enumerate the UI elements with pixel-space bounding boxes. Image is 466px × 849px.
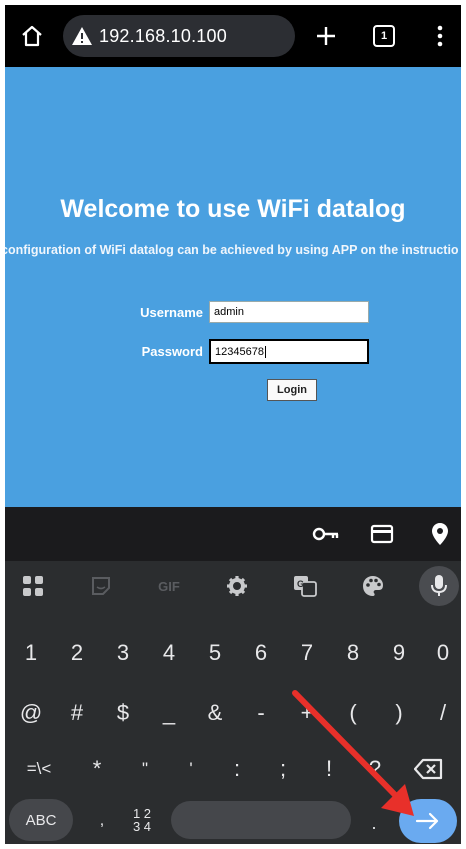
- abc-key[interactable]: ABC: [9, 799, 73, 841]
- key-comma[interactable]: ,: [89, 801, 115, 841]
- tab-count: 1: [373, 25, 395, 47]
- web-page: Welcome to use WiFi datalog configuratio…: [5, 67, 461, 507]
- key-asterisk[interactable]: *: [77, 749, 117, 789]
- key-more-symbols[interactable]: =\<: [19, 749, 59, 789]
- password-value: 12345678: [215, 345, 264, 358]
- key-7[interactable]: 7: [287, 633, 327, 673]
- keyboard-toolbar: GIF G: [5, 561, 461, 611]
- key-period[interactable]: .: [361, 803, 387, 843]
- password-label: Password: [141, 344, 203, 359]
- key-at[interactable]: @: [11, 693, 51, 733]
- enter-key[interactable]: [399, 799, 457, 843]
- key-question[interactable]: ?: [355, 749, 395, 789]
- key-dollar[interactable]: $: [103, 693, 143, 733]
- keyboard-bottom-row: ABC , 1 2 3 4 .: [5, 797, 461, 843]
- key-2[interactable]: 2: [57, 633, 97, 673]
- backspace-icon[interactable]: [409, 749, 449, 789]
- sticker-icon[interactable]: [85, 571, 117, 601]
- tab-switcher-button[interactable]: 1: [369, 21, 399, 51]
- password-input[interactable]: 12345678: [209, 339, 369, 364]
- phone-screen: 192.168.10.100 1 Welcome to use WiFi dat…: [5, 5, 461, 844]
- key-slash[interactable]: /: [423, 693, 461, 733]
- username-label: Username: [140, 305, 203, 320]
- space-bar[interactable]: [171, 801, 351, 839]
- gif-icon[interactable]: GIF: [153, 571, 185, 601]
- key-9[interactable]: 9: [379, 633, 419, 673]
- settings-icon[interactable]: [221, 571, 253, 601]
- key-underscore[interactable]: _: [149, 693, 189, 733]
- key-double-quote[interactable]: ": [125, 749, 165, 789]
- key-8[interactable]: 8: [333, 633, 373, 673]
- key-single-quote[interactable]: ': [171, 749, 211, 789]
- key-1[interactable]: 1: [11, 633, 51, 673]
- location-pin-icon[interactable]: [425, 521, 455, 547]
- svg-text:G: G: [297, 579, 304, 589]
- warning-icon[interactable]: [71, 25, 93, 47]
- key-semicolon[interactable]: ;: [263, 749, 303, 789]
- key-plus[interactable]: +: [287, 693, 327, 733]
- key-icon[interactable]: [311, 521, 341, 547]
- numpad-label-bottom: 3 4: [132, 819, 152, 834]
- username-input[interactable]: admin: [209, 301, 369, 323]
- autofill-bar: [5, 507, 461, 561]
- numpad-switch-key[interactable]: 1 2 3 4: [125, 799, 159, 841]
- page-title: Welcome to use WiFi datalog: [60, 195, 406, 223]
- page-subtitle: configuration of WiFi datalog can be ach…: [5, 243, 459, 257]
- address-bar[interactable]: 192.168.10.100: [63, 15, 295, 57]
- key-hash[interactable]: #: [57, 693, 97, 733]
- text-caret: [264, 345, 266, 358]
- home-icon[interactable]: [17, 21, 47, 51]
- apps-grid-icon[interactable]: [17, 571, 49, 601]
- key-ampersand[interactable]: &: [195, 693, 235, 733]
- key-close-paren[interactable]: ): [379, 693, 419, 733]
- key-0[interactable]: 0: [423, 633, 461, 673]
- key-exclamation[interactable]: !: [309, 749, 349, 789]
- login-button[interactable]: Login: [267, 379, 317, 401]
- overflow-menu-icon[interactable]: [425, 21, 455, 51]
- mic-icon[interactable]: [423, 571, 455, 601]
- key-open-paren[interactable]: (: [333, 693, 373, 733]
- soft-keyboard: GIF G 1 2 3 4 5 6 7 8 9 0 @ # $ _ & - + …: [5, 561, 461, 844]
- url-text: 192.168.10.100: [99, 26, 227, 46]
- key-5[interactable]: 5: [195, 633, 235, 673]
- key-3[interactable]: 3: [103, 633, 143, 673]
- palette-icon[interactable]: [357, 571, 389, 601]
- plus-icon[interactable]: [311, 21, 341, 51]
- key-colon[interactable]: :: [217, 749, 257, 789]
- key-minus[interactable]: -: [241, 693, 281, 733]
- translate-icon[interactable]: G: [289, 571, 321, 601]
- key-4[interactable]: 4: [149, 633, 189, 673]
- key-6[interactable]: 6: [241, 633, 281, 673]
- browser-toolbar: 192.168.10.100 1: [5, 5, 461, 67]
- arrow-right-icon: [415, 812, 439, 830]
- credit-card-icon[interactable]: [367, 521, 397, 547]
- username-value: admin: [214, 306, 244, 318]
